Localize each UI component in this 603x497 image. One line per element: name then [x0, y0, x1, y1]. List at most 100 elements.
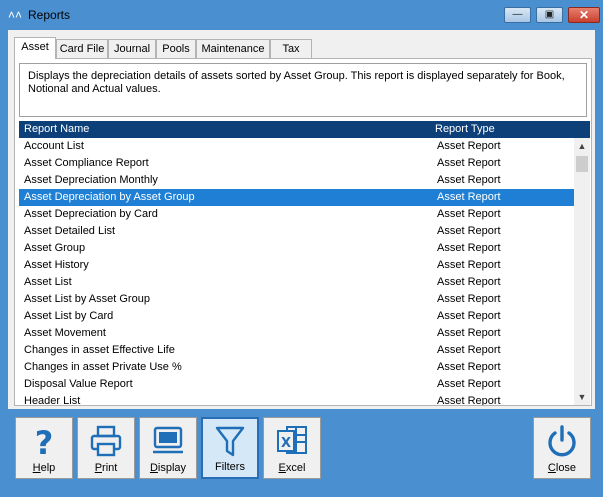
- title-bar: ˄˄ Reports — ▣ ✕: [0, 0, 603, 30]
- excel-mnemonic: E: [278, 462, 286, 474]
- minimize-button[interactable]: —: [504, 7, 531, 23]
- display-mnemonic: D: [149, 462, 158, 474]
- scroll-thumb[interactable]: [576, 156, 588, 172]
- report-type-cell: Asset Report: [437, 225, 501, 237]
- report-type-cell: Asset Report: [437, 140, 501, 152]
- excel-label: xcel: [285, 462, 306, 474]
- tab-pools[interactable]: Pools: [156, 39, 196, 58]
- report-name-cell: Asset List by Asset Group: [24, 293, 150, 305]
- column-header-report-name[interactable]: Report Name: [24, 123, 89, 135]
- svg-text:?: ?: [35, 424, 54, 458]
- close-mnemonic: C: [547, 462, 556, 474]
- report-name-cell: Changes in asset Private Use %: [24, 361, 182, 373]
- list-item[interactable]: Asset List by Card Asset Report: [19, 308, 574, 325]
- report-type-cell: Asset Report: [437, 259, 501, 271]
- help-mnemonic: H: [32, 462, 41, 474]
- tab-tax[interactable]: Tax: [270, 39, 312, 58]
- report-list[interactable]: Report Name Report Type Account List Asse…: [19, 121, 590, 405]
- list-item[interactable]: Asset Compliance Report Asset Report: [19, 155, 574, 172]
- list-item[interactable]: Header List Asset Report: [19, 393, 574, 405]
- report-name-cell: Disposal Value Report: [24, 378, 133, 390]
- list-item[interactable]: Asset Depreciation by Card Asset Report: [19, 206, 574, 223]
- report-type-cell: Asset Report: [437, 361, 501, 373]
- printer-icon: [78, 423, 134, 459]
- help-label: elp: [40, 462, 56, 474]
- list-item[interactable]: Changes in asset Private Use % Asset Repo…: [19, 359, 574, 376]
- report-type-cell: Asset Report: [437, 395, 501, 405]
- list-item[interactable]: Account List Asset Report: [19, 138, 574, 155]
- bottom-toolbar: ? Help Print Display Filters X Excel Clo…: [0, 409, 603, 497]
- window-title: Reports: [28, 8, 71, 22]
- tab-card-file[interactable]: Card File: [56, 39, 108, 58]
- tab-panel-asset: Displays the depreciation details of ass…: [14, 58, 592, 406]
- report-name-cell: Asset Movement: [24, 327, 106, 339]
- close-label: lose: [555, 462, 577, 474]
- display-label: isplay: [157, 462, 187, 474]
- report-name-cell: Account List: [24, 140, 84, 152]
- maximize-button[interactable]: ▣: [536, 7, 563, 23]
- report-type-cell: Asset Report: [437, 378, 501, 390]
- list-rows: Account List Asset Report Asset Compliance…: [19, 138, 574, 405]
- report-description: Displays the depreciation details of ass…: [19, 63, 587, 117]
- report-name-cell: Asset Depreciation by Card: [24, 208, 158, 220]
- tab-maintenance[interactable]: Maintenance: [196, 39, 270, 58]
- client-area: Asset Card File Journal Pools Maintenanc…: [8, 30, 595, 409]
- list-item[interactable]: Asset List Asset Report: [19, 274, 574, 291]
- report-name-cell: Asset Depreciation Monthly: [24, 174, 158, 186]
- filter-funnel-icon: [203, 424, 257, 460]
- report-type-cell: Asset Report: [437, 191, 501, 203]
- power-icon: [534, 423, 590, 459]
- list-item[interactable]: Asset Movement Asset Report: [19, 325, 574, 342]
- list-header: Report Name Report Type: [19, 121, 590, 138]
- report-name-cell: Asset Compliance Report: [24, 157, 149, 169]
- print-mnemonic: P: [94, 462, 103, 474]
- minimize-icon: —: [512, 9, 523, 20]
- report-type-cell: Asset Report: [437, 293, 501, 305]
- display-button[interactable]: Display: [139, 417, 197, 479]
- tab-asset[interactable]: Asset: [14, 37, 56, 59]
- filters-button[interactable]: Filters: [201, 417, 259, 479]
- report-name-cell: Asset History: [24, 259, 89, 271]
- list-item[interactable]: Asset List by Asset Group Asset Report: [19, 291, 574, 308]
- report-type-cell: Asset Report: [437, 174, 501, 186]
- monitor-icon: [140, 423, 196, 459]
- report-type-cell: Asset Report: [437, 344, 501, 356]
- report-type-cell: Asset Report: [437, 276, 501, 288]
- filters-label: Filters: [215, 461, 245, 473]
- list-item[interactable]: Asset Depreciation by Asset Group Asset R…: [19, 189, 574, 206]
- excel-icon: X: [264, 423, 320, 459]
- print-label: rint: [102, 462, 118, 474]
- report-name-cell: Changes in asset Effective Life: [24, 344, 175, 356]
- report-type-cell: Asset Report: [437, 327, 501, 339]
- report-name-cell: Asset Depreciation by Asset Group: [24, 191, 195, 203]
- list-item[interactable]: Asset History Asset Report: [19, 257, 574, 274]
- report-name-cell: Header List: [24, 395, 81, 405]
- scroll-up-icon[interactable]: ▲: [574, 138, 590, 154]
- list-item[interactable]: Asset Depreciation Monthly Asset Report: [19, 172, 574, 189]
- vertical-scrollbar[interactable]: ▲ ▼: [574, 138, 590, 405]
- close-button[interactable]: Close: [533, 417, 591, 479]
- report-name-cell: Asset List: [24, 276, 72, 288]
- report-type-cell: Asset Report: [437, 157, 501, 169]
- report-name-cell: Asset Detailed List: [24, 225, 116, 237]
- scroll-down-icon[interactable]: ▼: [574, 389, 590, 405]
- print-button[interactable]: Print: [77, 417, 135, 479]
- restore-icon: ▣: [544, 9, 555, 20]
- report-name-cell: Asset Group: [24, 242, 86, 254]
- report-type-cell: Asset Report: [437, 208, 501, 220]
- excel-button[interactable]: X Excel: [263, 417, 321, 479]
- tab-journal[interactable]: Journal: [108, 39, 156, 58]
- help-button[interactable]: ? Help: [15, 417, 73, 479]
- close-window-button[interactable]: ✕: [568, 7, 600, 23]
- column-header-report-type[interactable]: Report Type: [435, 123, 495, 135]
- help-icon: ?: [16, 423, 72, 459]
- list-item[interactable]: Asset Detailed List Asset Report: [19, 223, 574, 240]
- list-item[interactable]: Changes in asset Effective Life Asset Rep…: [19, 342, 574, 359]
- list-item[interactable]: Asset Group Asset Report: [19, 240, 574, 257]
- list-item[interactable]: Disposal Value Report Asset Report: [19, 376, 574, 393]
- report-type-cell: Asset Report: [437, 310, 501, 322]
- close-icon: ✕: [578, 8, 590, 22]
- svg-text:X: X: [281, 436, 291, 451]
- report-name-cell: Asset List by Card: [24, 310, 114, 322]
- app-icon: ˄˄: [8, 8, 23, 22]
